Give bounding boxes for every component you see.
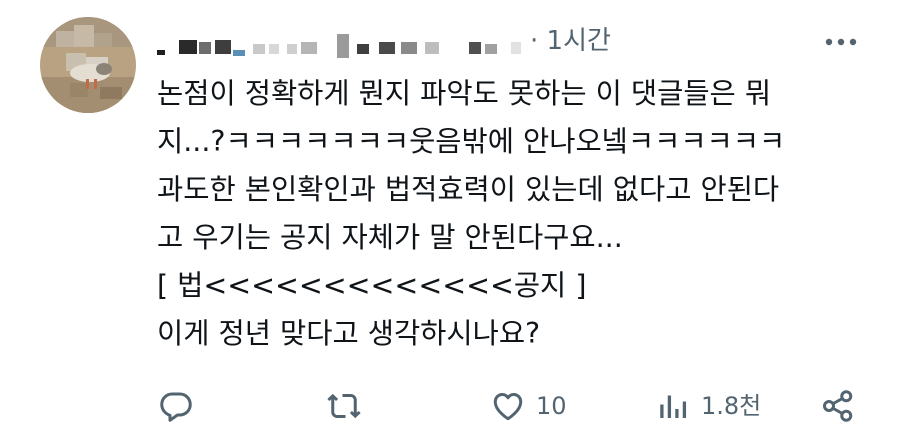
like-button[interactable]: 10	[490, 384, 567, 428]
tweet-line: 지...?ㅋㅋㅋㅋㅋㅋㅋ웃음밖에 안나오넼ㅋㅋㅋㅋㅋㅋ	[157, 125, 786, 158]
timestamp[interactable]: · 1시간	[530, 26, 611, 56]
like-count: 10	[536, 392, 567, 420]
tweet-text: 논점이 정확하게 뭔지 파악도 못하는 이 댓글들은 뭐 지...?ㅋㅋㅋㅋㅋㅋ…	[157, 70, 857, 358]
action-bar: 10 1.8천	[0, 384, 900, 428]
reply-icon	[160, 392, 192, 422]
views-button[interactable]: 1.8천	[655, 384, 761, 428]
retweet-icon	[327, 393, 361, 419]
tweet-line: [ 법<<<<<<<<<<<<<공지 ]	[157, 269, 587, 302]
tweet-header: · 1시간	[157, 22, 867, 60]
views-count: 1.8천	[701, 392, 762, 420]
tweet-line: 고 우기는 공지 자체가 말 안된다구요...	[157, 221, 623, 254]
avatar[interactable]	[40, 17, 136, 113]
heart-icon	[493, 392, 523, 421]
more-icon	[825, 38, 857, 46]
share-button[interactable]	[820, 384, 856, 428]
retweet-button[interactable]	[325, 384, 363, 428]
redacted-username[interactable]	[157, 28, 527, 58]
avatar-image	[40, 17, 136, 113]
tweet-line: 과도한 본인확인과 법적효력이 있는데 없다고 안된다	[157, 173, 780, 206]
more-options-button[interactable]	[823, 24, 859, 56]
tweet: · 1시간 논점이 정확하게 뭔지 파악도 못하는 이 댓글들은 뭐 지...?…	[0, 0, 900, 444]
tweet-line: 논점이 정확하게 뭔지 파악도 못하는 이 댓글들은 뭐	[157, 77, 772, 110]
time-separator: ·	[530, 26, 539, 56]
time-text: 1시간	[546, 26, 611, 56]
share-icon	[823, 390, 853, 422]
tweet-line: 이게 정년 맞다고 생각하시나요?	[157, 317, 541, 350]
reply-button[interactable]	[158, 384, 194, 428]
views-icon	[660, 395, 687, 418]
